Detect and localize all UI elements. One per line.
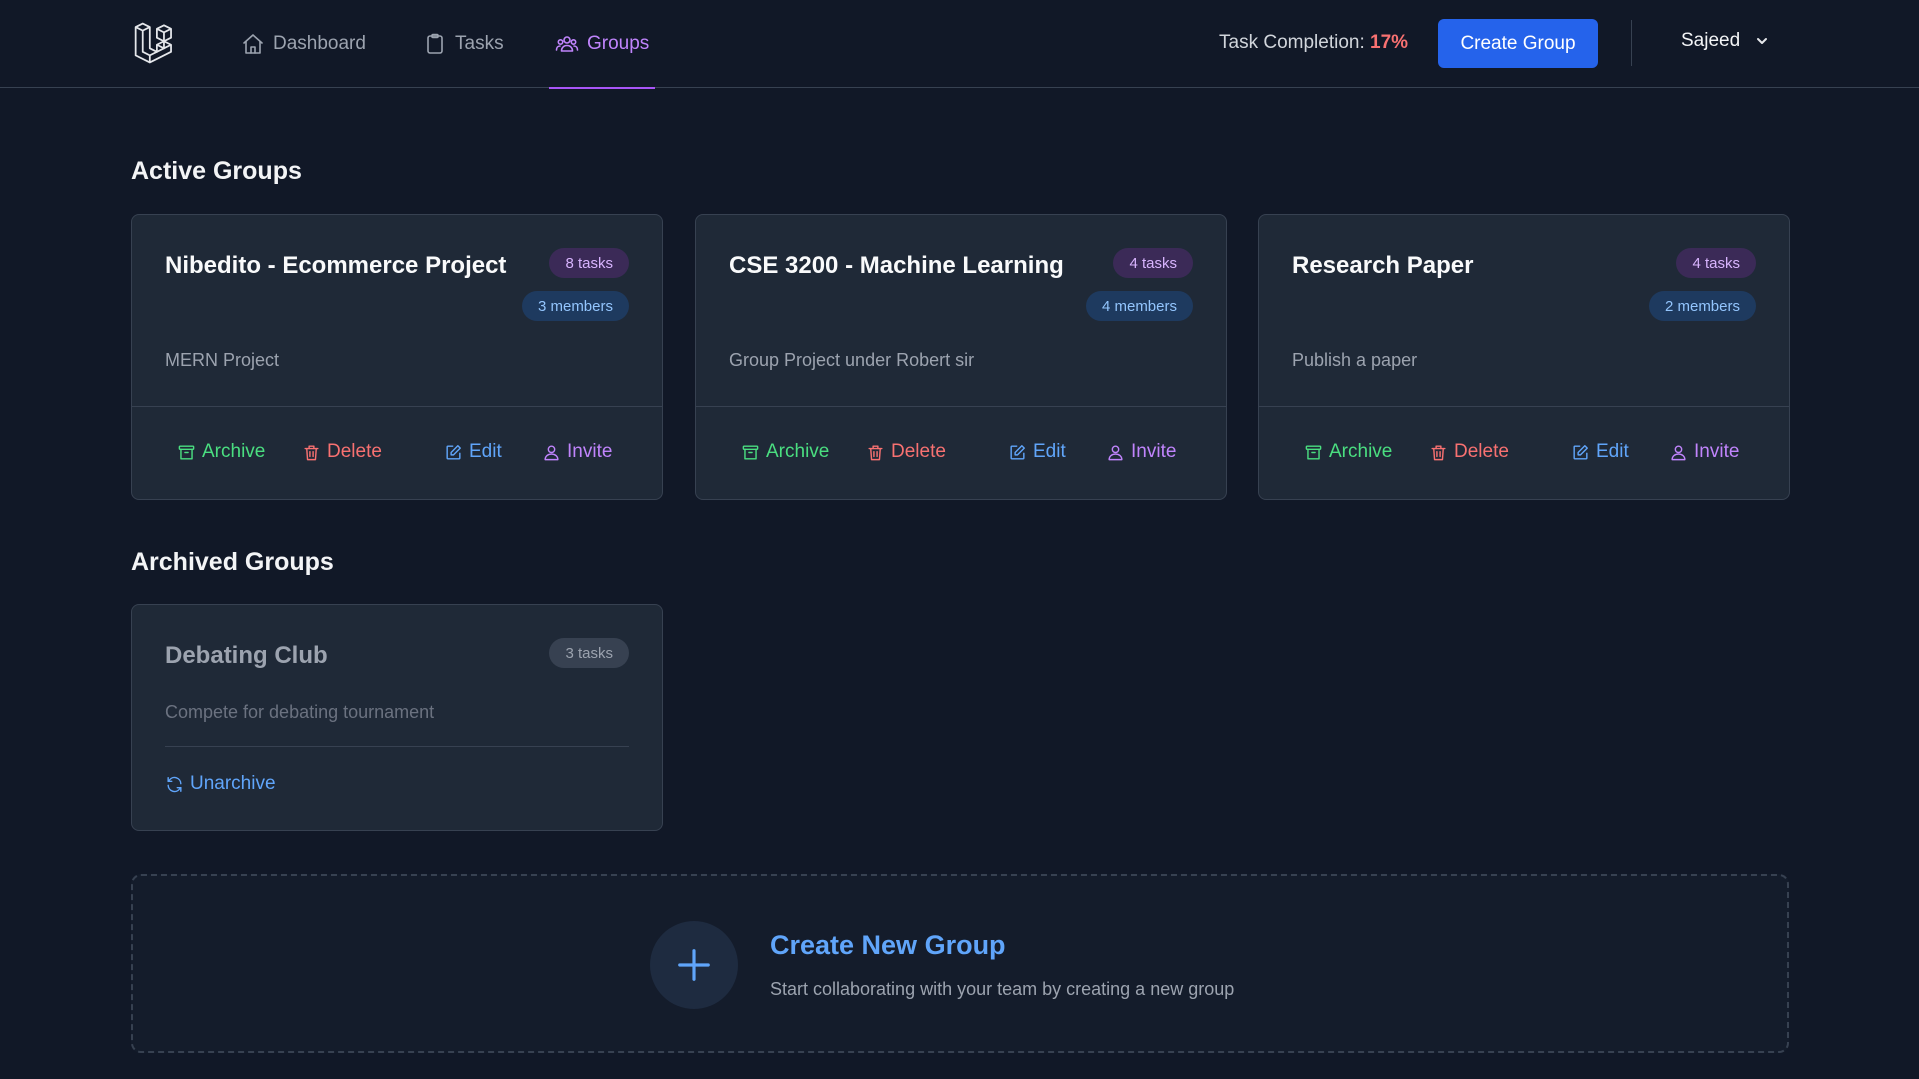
group-description: Compete for debating tournament [165, 702, 435, 722]
card-divider [165, 746, 629, 747]
user-menu[interactable]: Sajeed [1681, 30, 1770, 52]
archive-icon [742, 444, 759, 460]
invite-label: Invite [1131, 441, 1177, 462]
tasks-count-badge: 4 tasks [1113, 248, 1193, 278]
nav-divider [1631, 20, 1632, 66]
members-count-badge: 4 members [1085, 291, 1193, 321]
trash-icon [304, 444, 319, 460]
edit-button[interactable]: Edit [1571, 441, 1629, 463]
delete-label: Delete [891, 441, 946, 462]
tasks-count-badge: 3 tasks [549, 638, 629, 668]
user-icon [1108, 444, 1123, 460]
invite-label: Invite [1694, 441, 1740, 462]
group-description: Publish a paper [1292, 350, 1418, 370]
nav-dashboard[interactable]: Dashboard [241, 0, 366, 88]
edit-label: Edit [1596, 441, 1629, 462]
chevron-down-icon [1757, 38, 1768, 44]
members-count-badge: 3 members [521, 291, 629, 321]
nav-tasks-label: Tasks [455, 33, 504, 54]
task-completion: Task Completion: 17% [1219, 32, 1408, 54]
delete-label: Delete [1454, 441, 1509, 462]
delete-label: Delete [327, 441, 382, 462]
archive-button[interactable]: Archive [177, 441, 265, 463]
user-icon [1671, 444, 1686, 460]
edit-button[interactable]: Edit [1008, 441, 1066, 463]
invite-label: Invite [567, 441, 613, 462]
archive-label: Archive [1329, 441, 1393, 462]
create-new-group-subtitle: Start collaborating with your team by cr… [770, 979, 1235, 999]
user-icon [544, 444, 559, 460]
edit-label: Edit [1033, 441, 1066, 462]
trash-icon [868, 444, 883, 460]
users-icon [555, 36, 579, 52]
archive-icon [178, 444, 195, 460]
task-completion-value: 17% [1370, 32, 1409, 53]
delete-button[interactable]: Delete [302, 441, 382, 463]
edit-icon [1573, 444, 1588, 460]
nav-groups-label: Groups [587, 33, 650, 54]
group-title: Nibedito - Ecommerce Project [165, 252, 507, 279]
group-description: MERN Project [165, 350, 280, 370]
archive-label: Archive [202, 441, 266, 462]
tasks-count-badge: 8 tasks [549, 248, 629, 278]
archived-groups-heading: Archived Groups [131, 548, 334, 576]
user-name: Sajeed [1681, 30, 1741, 51]
add-group-button[interactable] [650, 921, 738, 1009]
top-navbar: Dashboard Tasks Groups Task Completion: … [0, 0, 1919, 89]
delete-button[interactable]: Delete [866, 441, 946, 463]
delete-button[interactable]: Delete [1429, 441, 1509, 463]
edit-icon [1010, 444, 1025, 460]
nav-groups[interactable]: Groups [548, 0, 656, 89]
edit-icon [446, 444, 461, 460]
unarchive-label: Unarchive [190, 773, 276, 794]
nav-tasks[interactable]: Tasks [423, 0, 504, 88]
archive-icon [1305, 444, 1322, 460]
create-new-group-panel[interactable]: Create New Group Start collaborating wit… [131, 874, 1789, 1053]
archive-button[interactable]: Archive [1304, 441, 1392, 463]
trash-icon [1431, 444, 1446, 460]
create-new-group-title: Create New Group [770, 930, 1006, 960]
group-title: CSE 3200 - Machine Learning [729, 252, 1064, 279]
group-title: Research Paper [1292, 252, 1474, 279]
invite-button[interactable]: Invite [1669, 441, 1739, 463]
group-card: Research Paper 4 tasks 2 members Publish… [1258, 214, 1790, 500]
plus-icon [678, 949, 710, 981]
members-count-badge: 2 members [1648, 291, 1756, 321]
group-title: Debating Club [165, 642, 328, 669]
home-icon [243, 34, 263, 54]
refresh-icon [167, 776, 182, 792]
group-actions: Archive Delete Edit Invite [1259, 406, 1789, 499]
create-group-button[interactable]: Create Group [1438, 19, 1598, 68]
clipboard-icon [427, 33, 443, 54]
archived-group-card: Debating Club 3 tasks Compete for debati… [131, 604, 663, 831]
nav-dashboard-label: Dashboard [273, 33, 366, 54]
group-card: CSE 3200 - Machine Learning 4 tasks 4 me… [695, 214, 1227, 500]
active-groups-heading: Active Groups [131, 157, 302, 185]
archive-label: Archive [766, 441, 830, 462]
edit-label: Edit [469, 441, 502, 462]
laravel-logo-icon[interactable] [133, 20, 179, 66]
invite-button[interactable]: Invite [1106, 441, 1176, 463]
group-description: Group Project under Robert sir [729, 350, 975, 370]
tasks-count-badge: 4 tasks [1676, 248, 1756, 278]
archive-button[interactable]: Archive [741, 441, 829, 463]
group-actions: Archive Delete Edit Invite [696, 406, 1226, 499]
unarchive-button[interactable]: Unarchive [165, 773, 276, 795]
invite-button[interactable]: Invite [542, 441, 612, 463]
group-actions: Archive Delete Edit Invite [132, 406, 662, 499]
group-card: Nibedito - Ecommerce Project 8 tasks 3 m… [131, 214, 663, 500]
task-completion-label: Task Completion: [1219, 32, 1365, 53]
edit-button[interactable]: Edit [444, 441, 502, 463]
